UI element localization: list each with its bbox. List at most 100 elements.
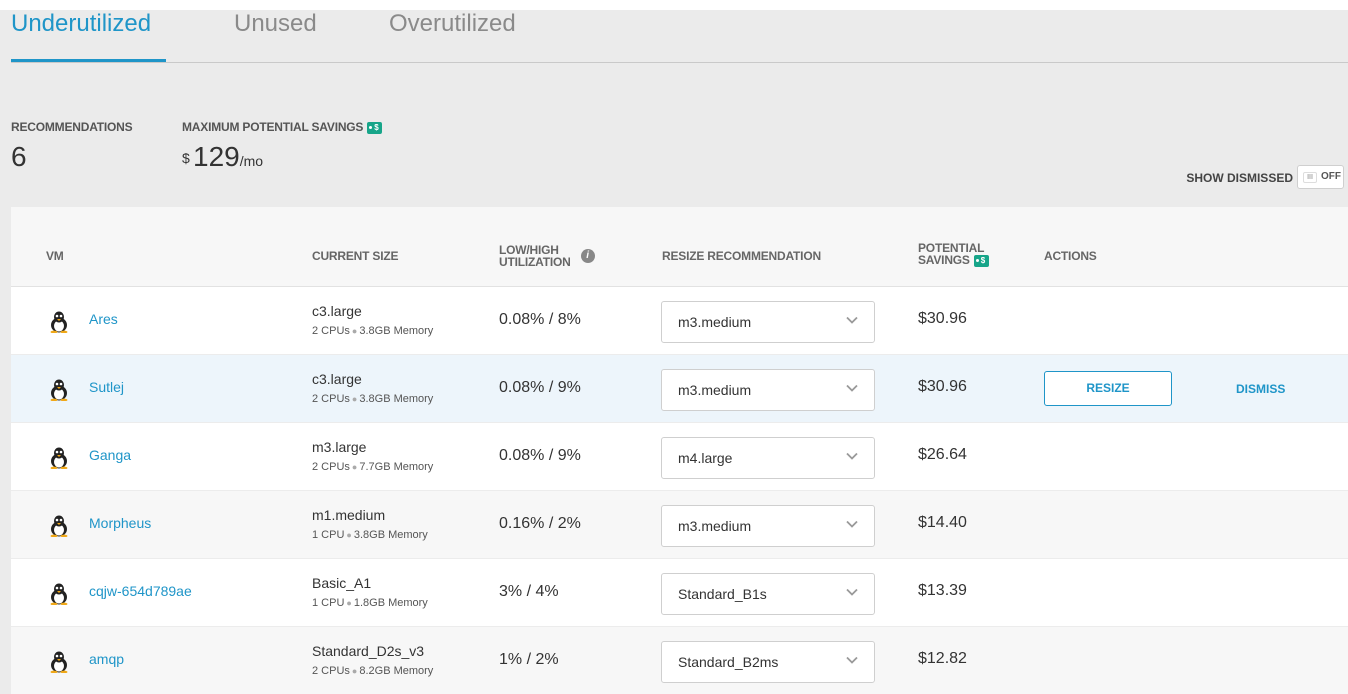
utilization-value: 0.08% / 9% [499,447,581,464]
vm-name-link[interactable]: Ganga [89,447,131,463]
resize-recommendation-select[interactable]: Standard_B1s [661,573,875,615]
utilization-value: 0.16% / 2% [499,515,581,532]
selected-size: m3.medium [678,382,752,398]
potential-savings: $13.39 [918,582,967,599]
resize-recommendation-select[interactable]: m3.medium [661,505,875,547]
potential-savings: $30.96 [918,378,967,395]
vm-name-link[interactable]: amqp [89,651,124,667]
top-strip [0,0,1348,10]
potential-savings: $30.96 [918,310,967,327]
cpu-count: 2 CPUs [312,325,350,337]
chevron-down-icon [846,316,858,324]
current-size: c3.large [312,371,362,387]
utilization-tabs: Underutilized Unused Overutilized [11,10,1348,63]
separator-dot: ● [351,462,358,472]
tab-underutilized[interactable]: Underutilized [11,10,166,62]
utilization-value: 3% / 4% [499,583,559,600]
table-row: Morpheus m1.medium 1 CPU ● 3.8GB Memory 0.… [11,491,1348,559]
current-size: Basic_A1 [312,575,372,591]
current-size: m1.medium [312,507,386,523]
memory-size: 3.8GB Memory [353,529,428,541]
vm-name-link[interactable]: Ares [89,311,118,327]
size-spec: 2 CPUs ● 8.2GB Memory [312,665,433,677]
selected-size: Standard_B2ms [678,654,779,670]
chevron-down-icon [846,384,858,392]
resize-button[interactable]: RESIZE [1044,371,1172,406]
toggle-grip-icon: III [1303,172,1317,183]
selected-size: m4.large [678,450,733,466]
size-spec: 2 CPUs ● 3.8GB Memory [312,325,433,337]
current-size: c3.large [312,303,362,319]
cpu-count: 2 CPUs [312,665,350,677]
dismiss-button[interactable]: DISMISS [1236,382,1285,396]
memory-size: 8.2GB Memory [359,665,434,677]
linux-penguin-icon [50,651,68,673]
linux-penguin-icon [50,447,68,469]
chevron-down-icon [846,452,858,460]
separator-dot: ● [351,326,358,336]
savings-period: /mo [239,153,264,169]
separator-dot: ● [351,666,358,676]
dollar-tag-icon: $ [973,255,989,267]
header-savings-text: SAVINGS [918,253,970,267]
size-spec: 2 CPUs ● 3.8GB Memory [312,393,433,405]
current-size: Standard_D2s_v3 [312,643,425,659]
max-savings-label-text: MAXIMUM POTENTIAL SAVINGS [182,120,364,134]
separator-dot: ● [351,394,358,404]
potential-savings: $26.64 [918,446,967,463]
linux-penguin-icon [50,515,68,537]
size-spec: 1 CPU ● 1.8GB Memory [312,597,428,609]
resize-recommendation-select[interactable]: Standard_B2ms [661,641,875,683]
dollar-tag-icon: $ [367,122,383,134]
max-savings-label: MAXIMUM POTENTIAL SAVINGS $ [182,120,383,135]
table-row: Ares c3.large 2 CPUs ● 3.8GB Memory 0.08% … [11,287,1348,355]
linux-penguin-icon [50,379,68,401]
utilization-value: 0.08% / 9% [499,379,581,396]
header-current-size: CURRENT SIZE [312,249,399,263]
linux-penguin-icon [50,311,68,333]
separator-dot: ● [346,530,352,540]
cpu-count: 1 CPU [312,529,345,541]
max-savings-amount: 129 [193,141,240,172]
toggle-state: OFF [1321,171,1341,182]
cpu-count: 2 CPUs [312,461,350,473]
header-potential-savings: POTENTIAL SAVINGS $ [918,242,989,268]
linux-penguin-icon [50,583,68,605]
cpu-count: 2 CPUs [312,393,350,405]
vm-name-link[interactable]: Morpheus [89,515,151,531]
table-row: cqjw-654d789ae Basic_A1 1 CPU ● 1.8GB Memo… [11,559,1348,627]
table-row: Ganga m3.large 2 CPUs ● 7.7GB Memory 0.08%… [11,423,1348,491]
show-dismissed-toggle[interactable]: III OFF [1297,165,1344,189]
chevron-down-icon [846,656,858,664]
resize-recommendation-select[interactable]: m3.medium [661,301,875,343]
header-savings-line2: SAVINGS $ [918,254,989,268]
resize-recommendation-select[interactable]: m4.large [661,437,875,479]
chevron-down-icon [846,520,858,528]
recommendations-count: 6 [11,141,27,172]
selected-size: m3.medium [678,518,752,534]
memory-size: 3.8GB Memory [359,393,434,405]
header-vm: VM [46,249,64,263]
chevron-down-icon [846,588,858,596]
info-icon[interactable]: i [580,249,595,263]
utilization-value: 1% / 2% [499,651,559,668]
resize-recommendation-select[interactable]: m3.medium [661,369,875,411]
cpu-count: 1 CPU [312,597,345,609]
max-savings-value: 129/mo [193,141,263,173]
selected-size: m3.medium [678,314,752,330]
tab-overutilized[interactable]: Overutilized [389,10,516,62]
size-spec: 2 CPUs ● 7.7GB Memory [312,461,433,473]
recommendations-label: RECOMMENDATIONS [11,120,133,134]
show-dismissed-label: SHOW DISMISSED [1186,171,1293,185]
separator-dot: ● [346,598,352,608]
size-spec: 1 CPU ● 3.8GB Memory [312,529,428,541]
utilization-value: 0.08% / 8% [499,311,581,328]
table-row: Sutlej c3.large 2 CPUs ● 3.8GB Memory 0.08… [11,355,1348,423]
memory-size: 7.7GB Memory [359,461,434,473]
vm-name-link[interactable]: Sutlej [89,379,124,395]
selected-size: Standard_B1s [678,586,767,602]
header-utilization: LOW/HIGH UTILIZATION i [499,244,595,268]
tab-unused[interactable]: Unused [234,10,317,62]
memory-size: 1.8GB Memory [353,597,428,609]
vm-name-link[interactable]: cqjw-654d789ae [89,583,192,599]
